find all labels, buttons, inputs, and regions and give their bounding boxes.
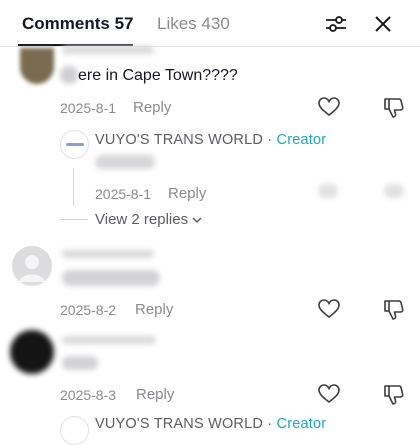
view-replies-label: View 2 replies [95,211,189,228]
user-icon[interactable] [12,246,52,286]
tab-comments[interactable]: Comments 57 [22,14,133,34]
thumbs-down-icon[interactable] [384,97,404,119]
redacted-username[interactable] [62,46,154,54]
creator-badge: Creator [276,416,327,432]
redacted-reply-text [95,155,155,169]
comment-date: 2025-8-3 [60,387,117,403]
thumbs-down-icon[interactable] [384,299,404,321]
thumbs-down-icon[interactable] [384,384,404,406]
creator-name-line: VUYO'S TRANS WORLD · Creator [95,416,326,432]
separator-dot: · [267,416,273,432]
redacted-like-icon[interactable] [318,184,338,198]
creator-avatar[interactable] [60,130,89,159]
redacted-dislike-icon[interactable] [384,184,404,198]
tab-likes[interactable]: Likes 430 [157,14,230,34]
close-icon[interactable] [370,11,396,37]
redacted-username[interactable] [62,336,156,344]
creator-avatar[interactable] [60,416,89,445]
heart-icon[interactable] [318,299,340,319]
redacted-comment-text [62,356,98,370]
sliders-icon[interactable] [322,11,350,37]
separator-dot: · [267,132,273,148]
thread-line [73,168,74,206]
comment-date: 2025-8-2 [60,302,117,318]
reply-button[interactable]: Reply [135,301,173,318]
reply-date: 2025-8-1 [95,186,152,202]
avatar[interactable] [10,330,54,374]
view-replies-line [60,219,88,220]
redacted-comment-text [62,270,160,286]
view-replies-button[interactable]: View 2 replies [95,211,203,228]
comment-date: 2025-8-1 [60,100,117,116]
creator-badge: Creator [276,132,327,148]
comment-text: ere in Cape Town???? [78,67,238,84]
creator-author[interactable]: VUYO'S TRANS WORLD [95,132,263,148]
reply-button[interactable]: Reply [133,99,171,116]
heart-icon[interactable] [318,384,340,404]
redacted-username[interactable] [62,250,154,258]
creator-author[interactable]: VUYO'S TRANS WORLD [95,416,263,432]
redacted-text [60,66,78,84]
reply-button[interactable]: Reply [136,386,174,403]
chevron-down-icon [192,216,202,223]
reply-button[interactable]: Reply [168,185,206,202]
avatar[interactable] [20,48,54,84]
creator-name-line: VUYO'S TRANS WORLD · Creator [95,132,326,148]
heart-icon[interactable] [318,97,340,117]
